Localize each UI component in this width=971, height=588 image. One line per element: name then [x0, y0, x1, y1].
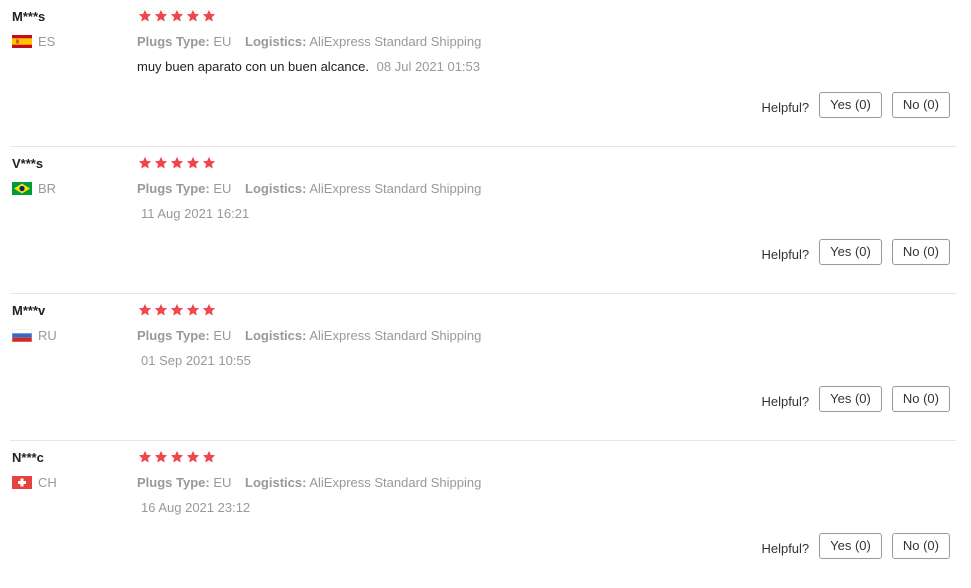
star-icon [186, 450, 200, 464]
star-icon [138, 450, 152, 464]
logistics-label: Logistics: [245, 34, 307, 49]
buyer-name: V***s [12, 156, 44, 171]
star-rating [138, 303, 216, 317]
country-code: RU [38, 328, 57, 343]
star-rating [138, 450, 216, 464]
review-date: 01 Sep 2021 10:55 [141, 353, 251, 368]
plugs-type-label: Plugs Type: [137, 328, 210, 343]
helpful-label: Helpful? [761, 393, 810, 409]
star-icon [170, 156, 184, 170]
helpful-row: Helpful? Yes (0) No (0) [761, 533, 950, 559]
helpful-label: Helpful? [761, 540, 810, 556]
brazil-flag-icon [12, 182, 32, 195]
buyer-name: M***s [12, 9, 46, 24]
spain-flag-icon [12, 35, 32, 48]
helpful-no-button[interactable]: No (0) [891, 386, 950, 412]
plugs-type-label: Plugs Type: [137, 475, 210, 490]
review-meta: Plugs Type: EU Logistics: AliExpress Sta… [137, 328, 491, 343]
star-icon [202, 450, 216, 464]
star-icon [154, 156, 168, 170]
review-item: M***s ES Plugs Type: EU Logistics: AliEx… [0, 0, 971, 147]
star-icon [154, 303, 168, 317]
review-content: muy buen aparato con un buen alcance. 08… [137, 59, 480, 74]
review-item: N***c CH Plugs Type: EU Logistics: AliEx… [0, 441, 971, 588]
helpful-yes-button[interactable]: Yes (0) [819, 386, 882, 412]
review-meta: Plugs Type: EU Logistics: AliExpress Sta… [137, 475, 491, 490]
star-icon [186, 9, 200, 23]
star-icon [170, 450, 184, 464]
buyer-name: N***c [12, 450, 44, 465]
review-text: muy buen aparato con un buen alcance. [137, 59, 370, 74]
helpful-label: Helpful? [761, 99, 810, 115]
plugs-type-label: Plugs Type: [137, 181, 210, 196]
review-meta: Plugs Type: EU Logistics: AliExpress Sta… [137, 181, 491, 196]
review-content: 11 Aug 2021 16:21 [137, 206, 249, 221]
helpful-no-button[interactable]: No (0) [891, 239, 950, 265]
plugs-type-value: EU [213, 34, 232, 49]
helpful-label: Helpful? [761, 246, 810, 262]
switzerland-flag-icon [12, 476, 32, 489]
helpful-no-button[interactable]: No (0) [891, 92, 950, 118]
helpful-yes-button[interactable]: Yes (0) [819, 533, 882, 559]
buyer-country: ES [12, 34, 55, 49]
review-content: 16 Aug 2021 23:12 [137, 500, 250, 515]
star-icon [138, 9, 152, 23]
helpful-yes-button[interactable]: Yes (0) [819, 239, 882, 265]
logistics-value: AliExpress Standard Shipping [309, 475, 482, 490]
helpful-no-button[interactable]: No (0) [891, 533, 950, 559]
review-date: 16 Aug 2021 23:12 [141, 500, 251, 515]
star-icon [170, 9, 184, 23]
star-icon [202, 156, 216, 170]
plugs-type-value: EU [213, 328, 232, 343]
feedback-list: M***s ES Plugs Type: EU Logistics: AliEx… [0, 0, 971, 588]
country-code: ES [38, 34, 56, 49]
russia-flag-icon [12, 329, 32, 342]
star-icon [170, 303, 184, 317]
review-item: M***v RU Plugs Type: EU Logistics: AliEx… [0, 294, 971, 441]
logistics-value: AliExpress Standard Shipping [309, 328, 482, 343]
star-icon [202, 9, 216, 23]
helpful-row: Helpful? Yes (0) No (0) [761, 386, 950, 412]
review-meta: Plugs Type: EU Logistics: AliExpress Sta… [137, 34, 491, 49]
review-date: 11 Aug 2021 16:21 [141, 206, 250, 221]
logistics-label: Logistics: [245, 181, 307, 196]
review-item: V***s BR Plugs Type: EU Logistics: AliEx… [0, 147, 971, 294]
helpful-yes-button[interactable]: Yes (0) [819, 92, 882, 118]
logistics-label: Logistics: [245, 475, 307, 490]
star-icon [202, 303, 216, 317]
plugs-type-label: Plugs Type: [137, 34, 210, 49]
star-icon [138, 156, 152, 170]
buyer-country: RU [12, 328, 57, 343]
star-rating [138, 9, 216, 23]
logistics-label: Logistics: [245, 328, 307, 343]
helpful-row: Helpful? Yes (0) No (0) [761, 239, 950, 265]
buyer-name: M***v [12, 303, 46, 318]
country-code: BR [38, 181, 57, 196]
star-icon [154, 450, 168, 464]
plugs-type-value: EU [213, 181, 232, 196]
star-icon [186, 303, 200, 317]
plugs-type-value: EU [213, 475, 232, 490]
star-icon [138, 303, 152, 317]
buyer-country: CH [12, 475, 57, 490]
star-icon [154, 9, 168, 23]
review-date: 08 Jul 2021 01:53 [376, 59, 481, 74]
helpful-row: Helpful? Yes (0) No (0) [761, 92, 950, 118]
country-code: CH [38, 475, 57, 490]
star-icon [186, 156, 200, 170]
buyer-country: BR [12, 181, 56, 196]
review-content: 01 Sep 2021 10:55 [137, 353, 251, 368]
logistics-value: AliExpress Standard Shipping [309, 181, 482, 196]
logistics-value: AliExpress Standard Shipping [309, 34, 482, 49]
star-rating [138, 156, 216, 170]
